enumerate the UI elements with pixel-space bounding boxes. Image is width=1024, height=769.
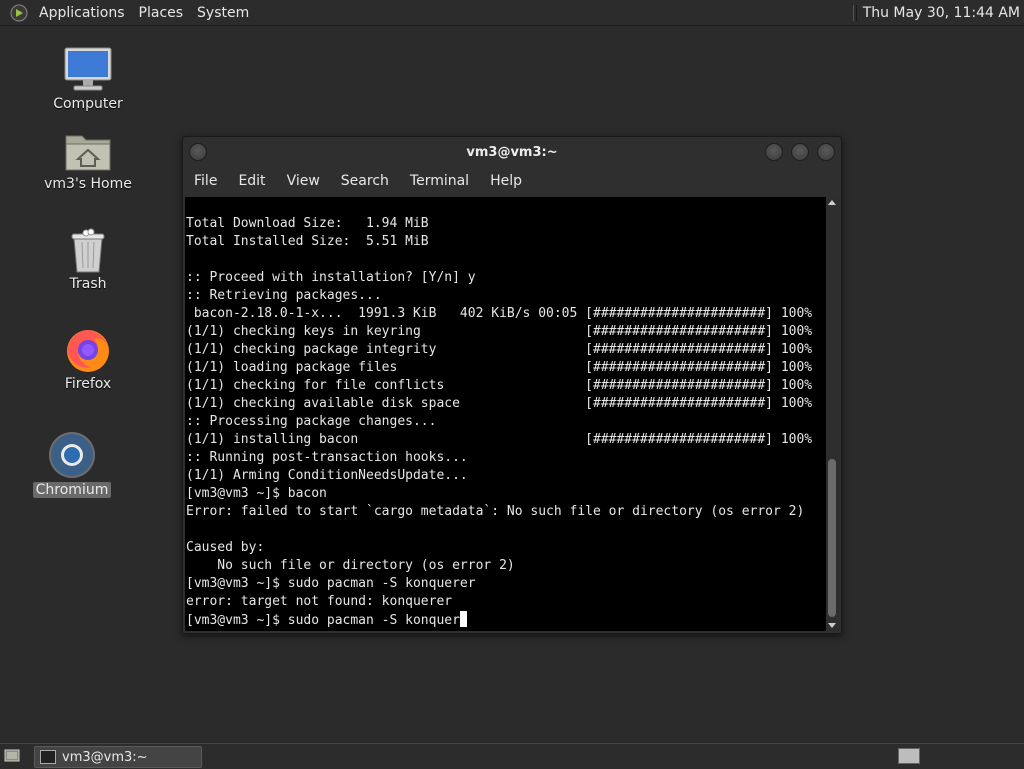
clock[interactable]: Thu May 30, 11:44 AM	[863, 5, 1024, 21]
distro-logo-icon[interactable]	[10, 4, 28, 22]
maximize-button[interactable]	[791, 143, 809, 161]
desktop-icon-firefox[interactable]: Firefox	[38, 326, 138, 392]
window-menu-button[interactable]	[189, 143, 207, 161]
terminal-text: Total Download Size: 1.94 MiB Total Insta…	[185, 197, 826, 630]
firefox-icon	[67, 330, 109, 372]
system-menu[interactable]: System	[190, 5, 256, 21]
minimize-button[interactable]	[765, 143, 783, 161]
desktop-icon-trash[interactable]: Trash	[38, 228, 138, 292]
taskbar-window-button[interactable]: vm3@vm3:~	[34, 746, 202, 768]
top-panel: Applications Places System Thu May 30, 1…	[0, 0, 1024, 26]
desktop-icon-label: Firefox	[64, 376, 112, 392]
window-titlebar[interactable]: vm3@vm3:~	[183, 137, 841, 167]
terminal-prompt-line[interactable]: [vm3@vm3 ~]$ sudo pacman -S konquer	[186, 611, 826, 630]
terminal-line: Caused by:	[186, 540, 265, 555]
terminal-line: (1/1) Arming ConditionNeedsUpdate...	[186, 468, 468, 483]
terminal-menubar: File Edit View Search Terminal Help	[183, 167, 841, 195]
scrollbar-thumb[interactable]	[828, 459, 836, 617]
terminal-line: :: Processing package changes...	[186, 414, 437, 429]
menu-view[interactable]: View	[276, 173, 330, 189]
menu-search[interactable]: Search	[330, 173, 399, 189]
terminal-line: (1/1) checking for file conflicts [#####…	[186, 378, 813, 393]
close-button[interactable]	[817, 143, 835, 161]
terminal-line: [vm3@vm3 ~]$ bacon	[186, 486, 327, 501]
prompt-input[interactable]: [vm3@vm3 ~]$ sudo pacman -S konquer	[186, 613, 460, 628]
window-title: vm3@vm3:~	[466, 144, 558, 160]
terminal-line: (1/1) checking available disk space [###…	[186, 396, 813, 411]
terminal-line: (1/1) loading package files [###########…	[186, 360, 813, 375]
terminal-line: No such file or directory (os error 2)	[186, 558, 515, 573]
terminal-scrollbar[interactable]	[826, 197, 839, 631]
terminal-output[interactable]: Total Download Size: 1.94 MiB Total Insta…	[185, 197, 826, 631]
terminal-line: (1/1) installing bacon [################…	[186, 432, 813, 447]
computer-icon	[64, 47, 112, 91]
text-cursor	[459, 611, 467, 627]
terminal-line: Total Download Size: 1.94 MiB	[186, 216, 429, 231]
places-menu[interactable]: Places	[132, 5, 191, 21]
show-desktop-icon[interactable]	[4, 748, 20, 764]
workspace-switcher[interactable]	[898, 748, 920, 764]
bottom-panel: vm3@vm3:~	[0, 743, 1024, 769]
terminal-line: (1/1) checking package integrity [######…	[186, 342, 813, 357]
applications-menu[interactable]: Applications	[32, 5, 132, 21]
panel-separator	[852, 4, 857, 21]
terminal-line: :: Proceed with installation? [Y/n] y	[186, 270, 476, 285]
menu-edit[interactable]: Edit	[227, 173, 275, 189]
terminal-line: (1/1) checking keys in keyring [########…	[186, 324, 813, 339]
terminal-line: error: target not found: konquerer	[186, 594, 453, 609]
chromium-icon	[49, 432, 95, 478]
terminal-window[interactable]: vm3@vm3:~ File Edit View Search Terminal…	[182, 136, 842, 634]
trash-icon	[71, 228, 105, 273]
desktop-icon-computer[interactable]: Computer	[38, 46, 138, 112]
terminal-line: :: Retrieving packages...	[186, 288, 382, 303]
taskbar-window-label: vm3@vm3:~	[62, 749, 148, 765]
menu-help[interactable]: Help	[479, 173, 532, 189]
desktop-icon-home[interactable]: vm3's Home	[38, 128, 138, 192]
terminal-line: Total Installed Size: 5.51 MiB	[186, 234, 429, 249]
scroll-up-arrow-icon[interactable]	[828, 200, 836, 205]
desktop-icon-label: Chromium	[32, 482, 112, 498]
desktop-icon-label: vm3's Home	[44, 176, 132, 192]
terminal-app-icon	[40, 750, 56, 764]
terminal-line: :: Running post-transaction hooks...	[186, 450, 468, 465]
terminal-line: [vm3@vm3 ~]$ sudo pacman -S konquerer	[186, 576, 476, 591]
scroll-down-arrow-icon[interactable]	[828, 623, 836, 628]
desktop-icon-chromium[interactable]: Chromium	[22, 430, 122, 498]
menu-file[interactable]: File	[183, 173, 227, 189]
menu-terminal[interactable]: Terminal	[399, 173, 479, 189]
desktop-icon-label: Trash	[69, 276, 107, 292]
home-folder-icon	[65, 135, 111, 171]
terminal-line: bacon-2.18.0-1-x... 1991.3 KiB 402 KiB/s…	[186, 306, 813, 321]
desktop-icon-label: Computer	[53, 96, 123, 112]
terminal-line: Error: failed to start `cargo metadata`:…	[186, 504, 805, 519]
